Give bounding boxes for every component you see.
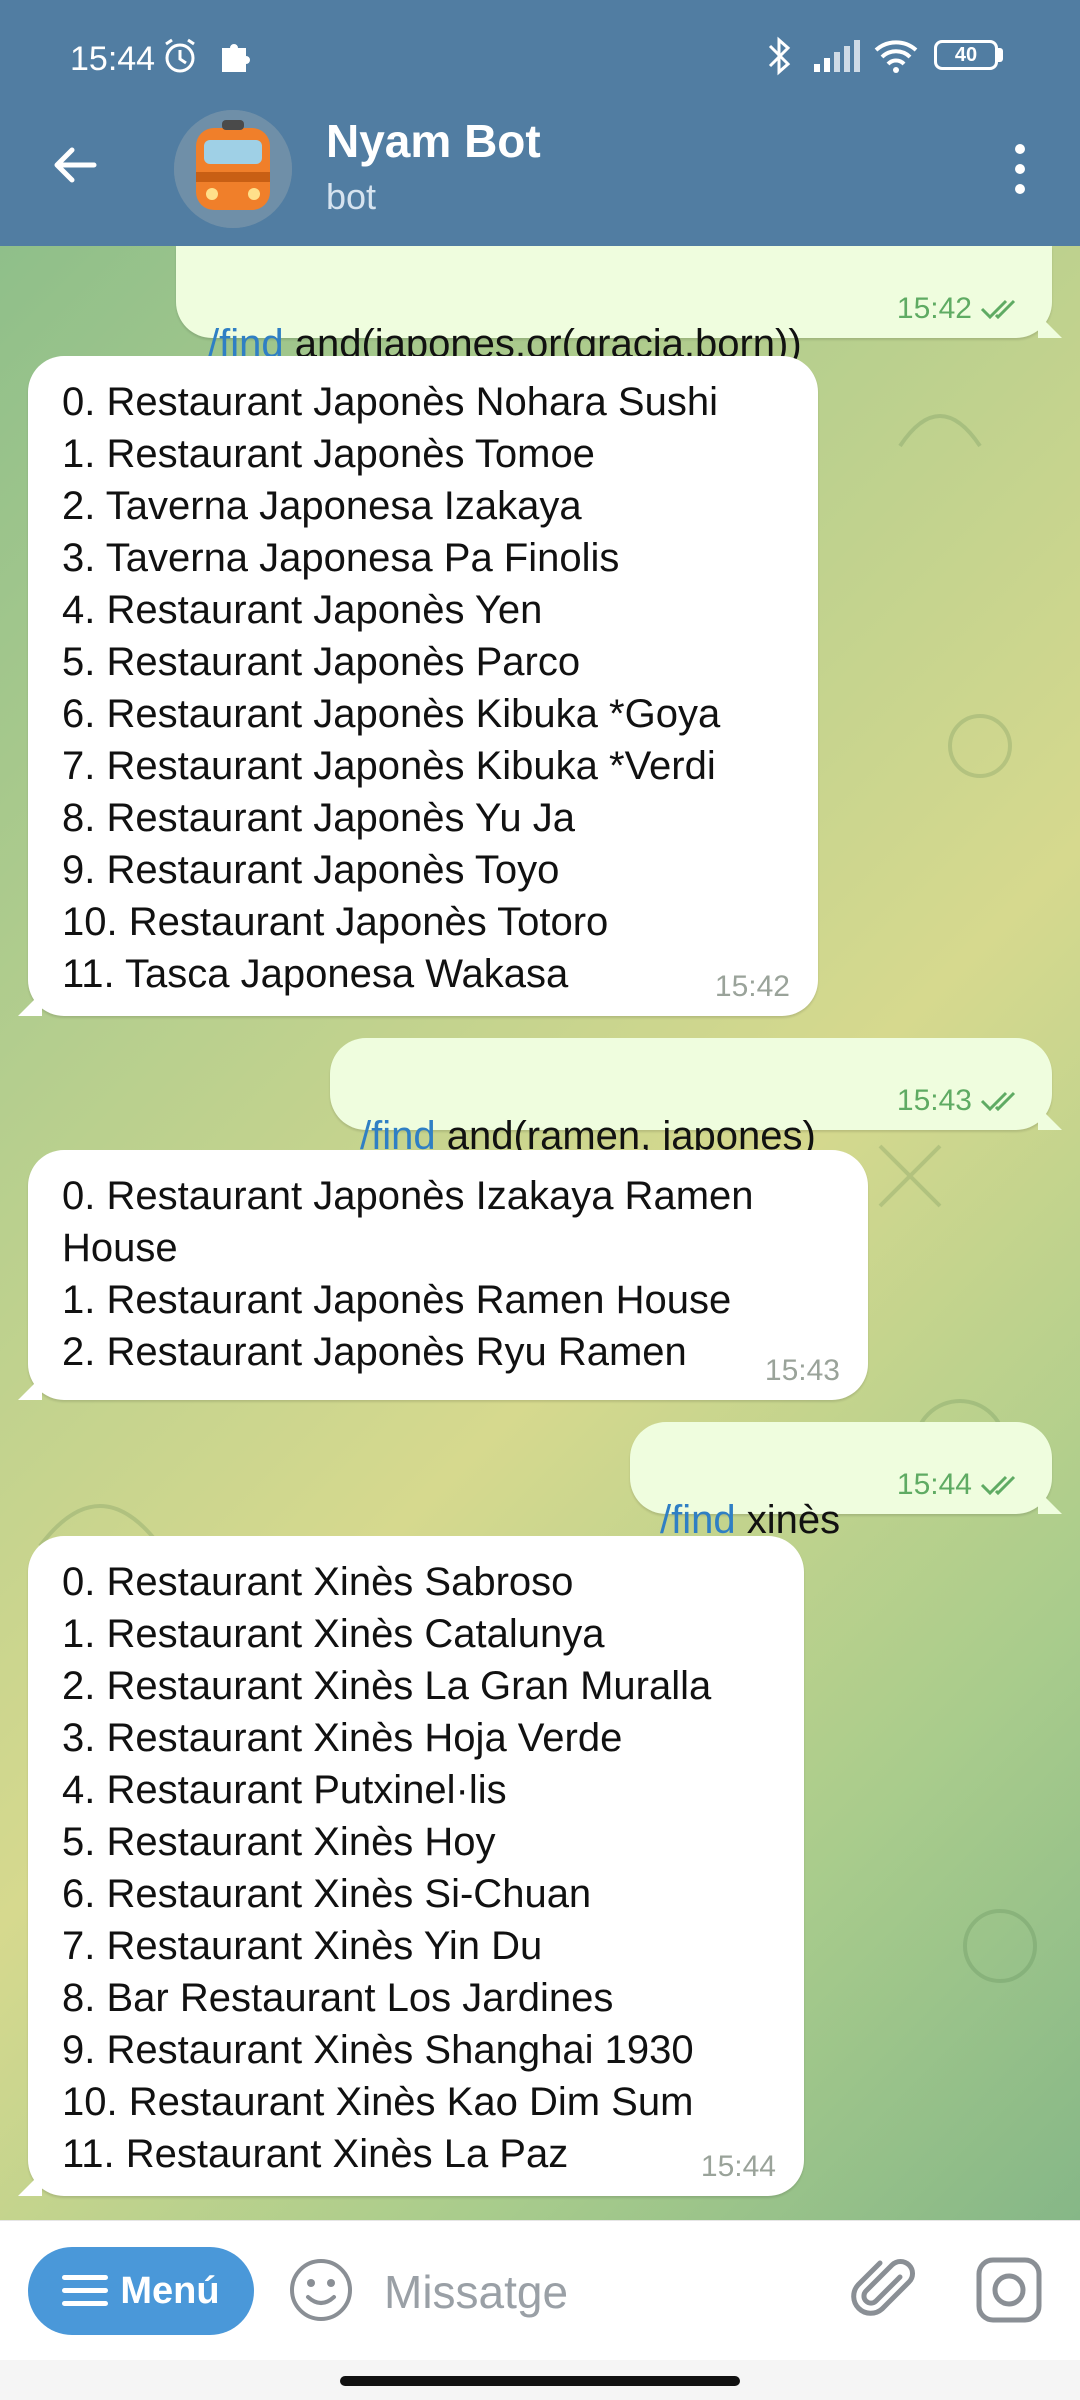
double-check-icon (980, 1091, 1016, 1112)
message-input-bar: Menú Missatge (0, 2220, 1080, 2361)
puzzle-icon (222, 44, 250, 72)
message-time: 15:43 (764, 1354, 840, 1387)
wifi-icon (874, 40, 918, 73)
alarm-icon (165, 38, 195, 73)
train-icon (174, 110, 292, 228)
bot-avatar[interactable] (174, 110, 292, 228)
message-meta: 15:44 (897, 1468, 1024, 1502)
bluetooth-icon (768, 36, 791, 76)
paperclip-icon[interactable] (850, 2255, 920, 2325)
bot-menu-button[interactable]: Menú (28, 2247, 254, 2335)
double-check-icon (980, 1475, 1016, 1496)
message-time: 15:42 (896, 292, 972, 325)
outgoing-message[interactable]: /find xinès 15:44 (630, 1422, 1062, 1542)
battery-cap (998, 48, 1003, 62)
message-meta: 15:42 (897, 292, 1024, 326)
emoji-icon[interactable] (288, 2257, 354, 2323)
message-text: 0. Restaurant Japonès Izakaya Ramen Hous… (62, 1174, 754, 1374)
incoming-message[interactable]: 0. Restaurant Japonès Nohara Sushi 1. Re… (18, 356, 818, 1016)
message-meta: 15:43 (765, 1354, 840, 1388)
message-time: 15:44 (896, 1468, 972, 1501)
chat-area[interactable]: /find and(japones,or(gracia,born)) 15:42… (0, 246, 1080, 2220)
battery-level: 40 (954, 43, 978, 66)
chat-title[interactable]: Nyam Bot (326, 114, 541, 168)
chat-subtitle: bot (326, 176, 377, 217)
message-meta: 15:42 (715, 970, 790, 1004)
camera-icon[interactable] (974, 2255, 1044, 2325)
chat-header: 15:44 40 Nyam Bot bot (0, 0, 1080, 246)
system-nav-bar (0, 2360, 1080, 2400)
message-text: /find xinès (660, 1442, 840, 1546)
message-time: 15:44 (700, 2150, 776, 2183)
message-meta: 15:43 (897, 1084, 1024, 1118)
battery-icon: 40 (934, 40, 998, 70)
message-input[interactable]: Missatge (384, 2265, 568, 2319)
more-vertical-icon (1015, 144, 1025, 194)
more-menu-button[interactable] (990, 134, 1050, 204)
incoming-message[interactable]: 0. Restaurant Xinès Sabroso 1. Restauran… (18, 1536, 804, 2196)
status-time: 15:44 (70, 40, 156, 78)
outgoing-message[interactable]: /find and(ramen, japones) 15:43 (330, 1038, 1062, 1158)
outgoing-message[interactable]: /find and(japones,or(gracia,born)) 15:42 (176, 246, 1062, 366)
app-bar: Nyam Bot bot (0, 110, 1080, 246)
message-text: /find and(ramen, japones) (360, 1058, 816, 1162)
message-text: 0. Restaurant Xinès Sabroso 1. Restauran… (62, 1560, 712, 2176)
signal-icon (814, 40, 860, 72)
message-text: /find and(japones,or(gracia,born)) (208, 266, 802, 370)
message-time: 15:42 (714, 970, 790, 1003)
incoming-message[interactable]: 0. Restaurant Japonès Izakaya Ramen Hous… (18, 1150, 868, 1400)
menu-label: Menú (120, 2269, 220, 2312)
status-bar: 15:44 40 (0, 0, 1080, 120)
message-meta: 15:44 (701, 2150, 776, 2184)
message-text: 0. Restaurant Japonès Nohara Sushi 1. Re… (62, 380, 721, 996)
back-button[interactable] (40, 130, 110, 200)
double-check-icon (980, 299, 1016, 320)
message-time: 15:43 (896, 1084, 972, 1117)
home-indicator[interactable] (340, 2376, 740, 2386)
arrow-left-icon (54, 147, 97, 183)
hamburger-icon (62, 2275, 109, 2306)
